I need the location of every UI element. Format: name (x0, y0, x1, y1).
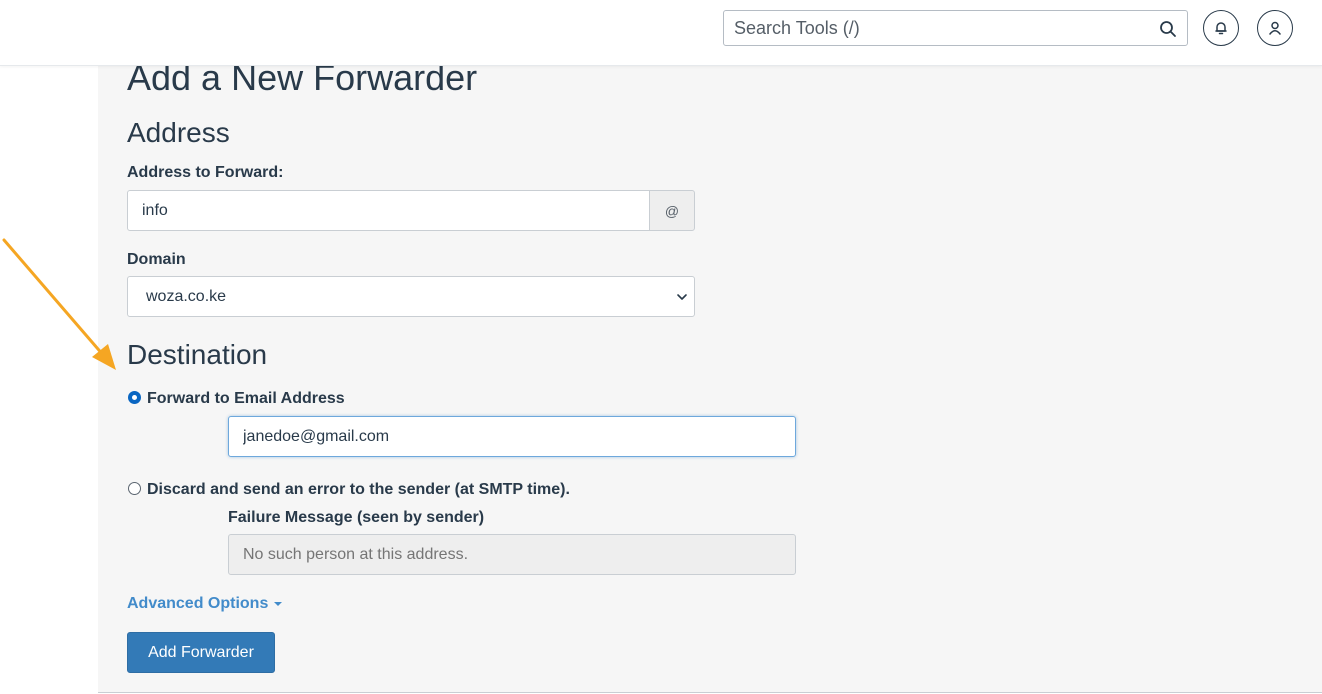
forward-radio[interactable] (128, 391, 141, 404)
forward-email-input[interactable] (228, 416, 796, 457)
user-icon (1269, 21, 1281, 35)
advanced-options-toggle[interactable]: Advanced Options (127, 595, 283, 613)
domain-select-value: woza.co.ke (146, 288, 227, 305)
address-input-group: @ (127, 190, 695, 231)
search-box[interactable] (723, 10, 1188, 46)
failure-message-input[interactable] (228, 534, 796, 575)
search-input[interactable] (724, 11, 1144, 45)
domain-select[interactable]: woza.co.ke (127, 276, 695, 317)
user-menu-button[interactable] (1257, 10, 1293, 46)
chevron-down-icon (677, 294, 687, 300)
failure-message-label: Failure Message (seen by sender) (228, 509, 485, 526)
address-label: Address to Forward: (127, 164, 284, 181)
caret-down-icon (274, 601, 283, 606)
at-addon: @ (649, 190, 695, 231)
forward-radio-label[interactable]: Forward to Email Address (147, 390, 345, 408)
bell-icon (1215, 22, 1227, 35)
notifications-button[interactable] (1203, 10, 1239, 46)
top-bar (0, 0, 1322, 66)
address-input[interactable] (127, 190, 650, 231)
search-icon[interactable] (1159, 20, 1177, 38)
advanced-options-label: Advanced Options (127, 595, 269, 612)
discard-radio-label[interactable]: Discard and send an error to the sender … (147, 481, 570, 499)
domain-label: Domain (127, 251, 186, 268)
discard-radio[interactable] (128, 482, 141, 495)
main-content: Add a New Forwarder Address Address to F… (98, 57, 1322, 693)
add-forwarder-button[interactable]: Add Forwarder (127, 632, 275, 673)
address-heading: Address (127, 117, 230, 148)
destination-heading: Destination (127, 339, 268, 370)
